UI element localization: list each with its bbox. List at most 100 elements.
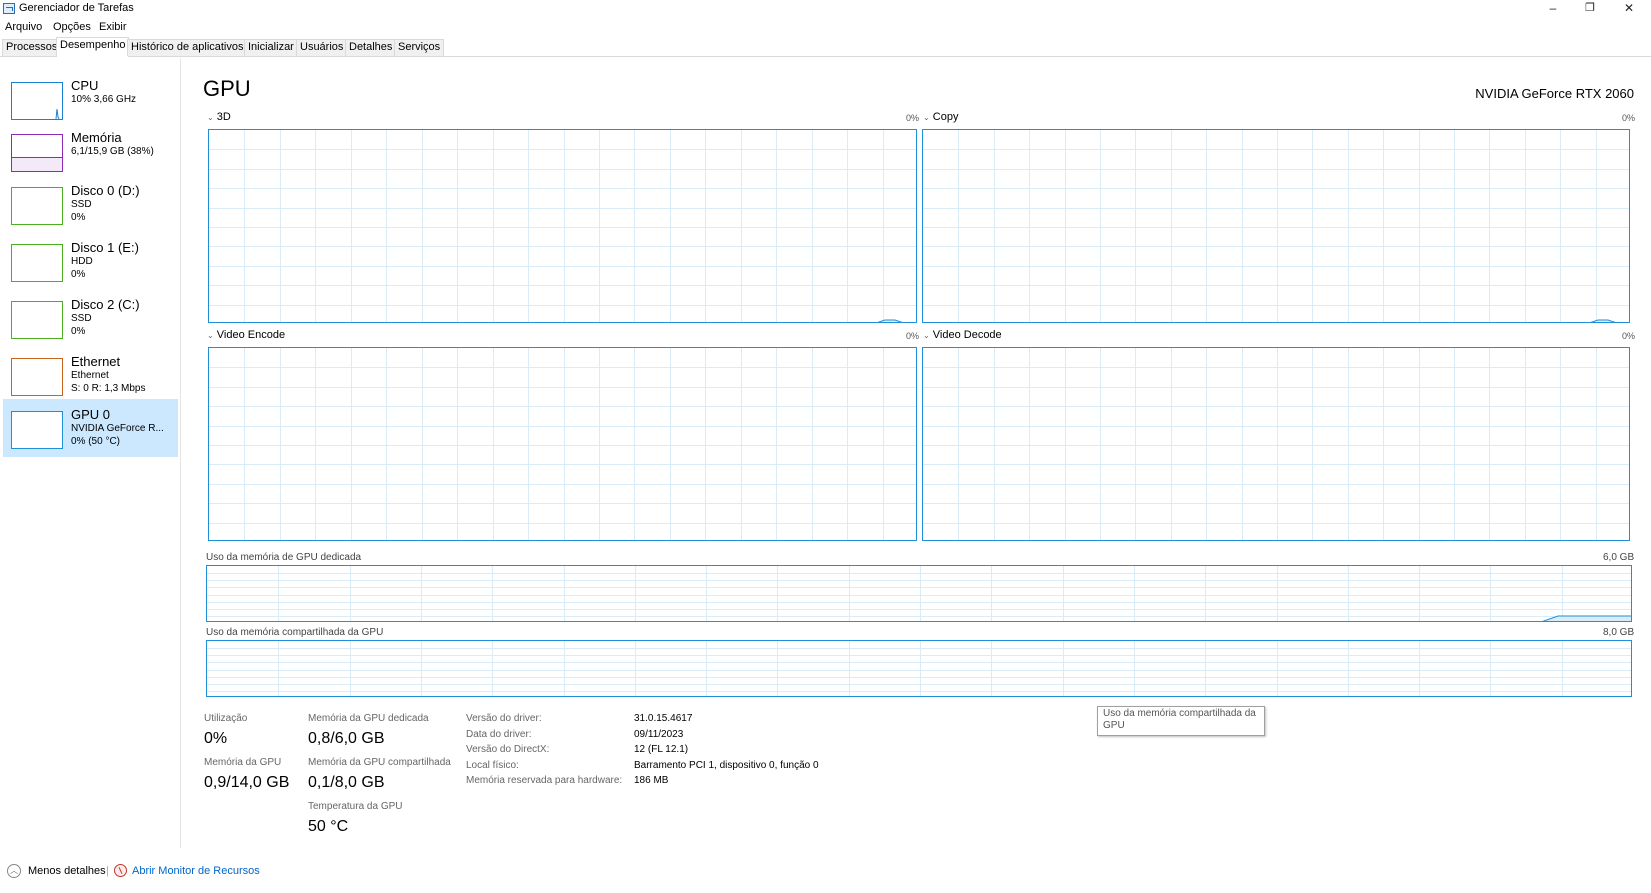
shared-memory-graph xyxy=(206,640,1632,697)
directx-version-value: 12 (FL 12.1) xyxy=(634,744,689,755)
shared-memory-stat-label: Memória da GPU compartilhada xyxy=(308,757,451,768)
hardware-reserved-memory-label: Memória reservada para hardware: xyxy=(466,775,623,786)
graph-copy xyxy=(922,129,1630,323)
driver-version-value: 31.0.15.4617 xyxy=(634,713,693,724)
sidebar-item-detail: 0% (50 °C) xyxy=(71,436,121,447)
sidebar-item-detail: SSD xyxy=(71,313,92,324)
menu-exibir[interactable]: Exibir xyxy=(99,21,127,33)
sidebar-item-label: Memória xyxy=(71,130,122,145)
sidebar-item-detail: SSD xyxy=(71,199,92,210)
disk-thumbnail-graph xyxy=(11,187,63,225)
footer-separator: | xyxy=(106,865,109,877)
shared-memory-max: 8,0 GB xyxy=(1603,627,1635,638)
sidebar-item-detail: NVIDIA GeForce R... xyxy=(71,423,164,434)
chevron-up-icon[interactable]: ︿ xyxy=(7,864,21,878)
sidebar-item-disco-1[interactable]: Disco 1 (E:) HDD 0% xyxy=(3,232,178,288)
resource-sidebar: CPU 10% 3,66 GHz Memória 6,1/15,9 GB (38… xyxy=(0,58,181,848)
sidebar-item-label: Disco 1 (E:) xyxy=(71,240,139,255)
graph-video-encode-percent: 0% xyxy=(906,331,920,341)
sidebar-item-label: CPU xyxy=(71,78,99,93)
sidebar-item-disco-0[interactable]: Disco 0 (D:) SSD 0% xyxy=(3,175,178,231)
chevron-down-icon[interactable]: ⌄ xyxy=(207,331,214,340)
sidebar-item-gpu-0[interactable]: GPU 0 NVIDIA GeForce R... 0% (50 °C) xyxy=(3,399,178,457)
graph-3d-label[interactable]: ⌄ 3D xyxy=(207,111,231,123)
sidebar-item-detail: 6,1/15,9 GB (38%) xyxy=(71,146,154,157)
graph-video-encode-label[interactable]: ⌄ Video Encode xyxy=(207,329,285,341)
graph-copy-label[interactable]: ⌄ Copy xyxy=(923,111,958,123)
tab-processos[interactable]: Processos xyxy=(2,39,62,56)
gpu-model-name: NVIDIA GeForce RTX 2060 xyxy=(1475,86,1634,101)
graph-video-decode xyxy=(922,347,1630,541)
close-button[interactable]: ✕ xyxy=(1612,0,1646,16)
graph-video-decode-percent: 0% xyxy=(1622,331,1636,341)
graph-3d-percent: 0% xyxy=(906,113,920,123)
dedicated-memory-label: Uso da memória de GPU dedicada xyxy=(206,552,362,563)
temperature-value: 50 °C xyxy=(308,818,349,835)
directx-version-label: Versão do DirectX: xyxy=(466,744,550,755)
cpu-thumbnail-graph xyxy=(11,82,63,120)
chevron-down-icon[interactable]: ⌄ xyxy=(923,113,930,122)
tooltip: Uso da memória compartilhada da GPU xyxy=(1097,706,1265,736)
disk-thumbnail-graph xyxy=(11,244,63,282)
sidebar-item-detail: 0% xyxy=(71,269,86,280)
tab-desempenho[interactable]: Desempenho xyxy=(56,37,130,57)
open-resource-monitor-link[interactable]: Abrir Monitor de Recursos xyxy=(132,865,260,877)
disk-thumbnail-graph xyxy=(11,301,63,339)
graph-3d xyxy=(208,129,917,323)
driver-date-value: 09/11/2023 xyxy=(634,729,684,740)
gpu-memory-value: 0,9/14,0 GB xyxy=(204,774,290,791)
window-title: Gerenciador de Tarefas xyxy=(19,2,134,14)
sidebar-item-memoria[interactable]: Memória 6,1/15,9 GB (38%) xyxy=(3,122,178,178)
graph-video-encode xyxy=(208,347,917,541)
sidebar-item-label: GPU 0 xyxy=(71,407,111,422)
maximize-button[interactable]: ❐ xyxy=(1573,0,1607,16)
sidebar-item-label: Disco 2 (C:) xyxy=(71,297,140,312)
sidebar-item-detail: HDD xyxy=(71,256,93,267)
sidebar-item-detail: S: 0 R: 1,3 Mbps xyxy=(71,383,146,394)
chevron-down-icon[interactable]: ⌄ xyxy=(207,113,214,122)
utilization-value: 0% xyxy=(204,730,228,747)
tab-historico-de-aplicativos[interactable]: Histórico de aplicativos xyxy=(127,39,248,56)
temperature-label: Temperatura da GPU xyxy=(308,801,403,812)
footer: ︿ Menos detalhes | Abrir Monitor de Recu… xyxy=(0,864,400,884)
physical-location-value: Barramento PCI 1, dispositivo 0, função … xyxy=(634,760,819,771)
minimize-button[interactable]: – xyxy=(1536,0,1570,16)
tab-strip: Processos Desempenho Histórico de aplica… xyxy=(0,37,1651,57)
title-bar: Gerenciador de Tarefas – ❐ ✕ xyxy=(0,0,1651,18)
dedicated-memory-stat-value: 0,8/6,0 GB xyxy=(308,730,385,747)
dedicated-memory-graph xyxy=(206,565,1632,622)
sidebar-item-cpu[interactable]: CPU 10% 3,66 GHz xyxy=(3,70,178,126)
sidebar-item-detail: Ethernet xyxy=(71,370,109,381)
page-title: GPU xyxy=(203,76,251,101)
gpu-memory-label: Memória da GPU xyxy=(204,757,282,768)
physical-location-label: Local físico: xyxy=(466,760,519,771)
fewer-details-button[interactable]: Menos detalhes xyxy=(28,865,106,877)
utilization-label: Utilização xyxy=(204,713,248,724)
driver-date-label: Data do driver: xyxy=(466,729,532,740)
graph-copy-percent: 0% xyxy=(1622,113,1636,123)
shared-memory-label: Uso da memória compartilhada da GPU xyxy=(206,627,384,638)
sidebar-item-disco-2[interactable]: Disco 2 (C:) SSD 0% xyxy=(3,289,178,345)
tab-detalhes[interactable]: Detalhes xyxy=(345,39,397,56)
sidebar-item-detail: 0% xyxy=(71,326,86,337)
menu-arquivo[interactable]: Arquivo xyxy=(5,21,42,33)
dedicated-memory-stat-label: Memória da GPU dedicada xyxy=(308,713,429,724)
tab-servicos[interactable]: Serviços xyxy=(394,39,445,56)
task-manager-icon xyxy=(3,3,15,14)
dedicated-memory-max: 6,0 GB xyxy=(1603,552,1635,563)
sidebar-item-ethernet[interactable]: Ethernet Ethernet S: 0 R: 1,3 Mbps xyxy=(3,346,178,402)
graph-video-decode-label[interactable]: ⌄ Video Decode xyxy=(923,329,1002,341)
sidebar-item-label: Ethernet xyxy=(71,354,121,369)
memory-thumbnail-graph xyxy=(11,134,63,172)
hardware-reserved-memory-value: 186 MB xyxy=(634,775,669,786)
chevron-down-icon[interactable]: ⌄ xyxy=(923,331,930,340)
sidebar-item-label: Disco 0 (D:) xyxy=(71,183,140,198)
menu-opcoes[interactable]: Opções xyxy=(53,21,91,33)
sidebar-item-detail: 10% 3,66 GHz xyxy=(71,94,137,105)
gpu-thumbnail-graph xyxy=(11,411,63,449)
driver-version-label: Versão do driver: xyxy=(466,713,542,724)
resource-monitor-icon xyxy=(114,864,127,877)
tab-inicializar[interactable]: Inicializar xyxy=(244,39,298,56)
ethernet-thumbnail-graph xyxy=(11,358,63,396)
tab-usuarios[interactable]: Usuários xyxy=(296,39,348,56)
